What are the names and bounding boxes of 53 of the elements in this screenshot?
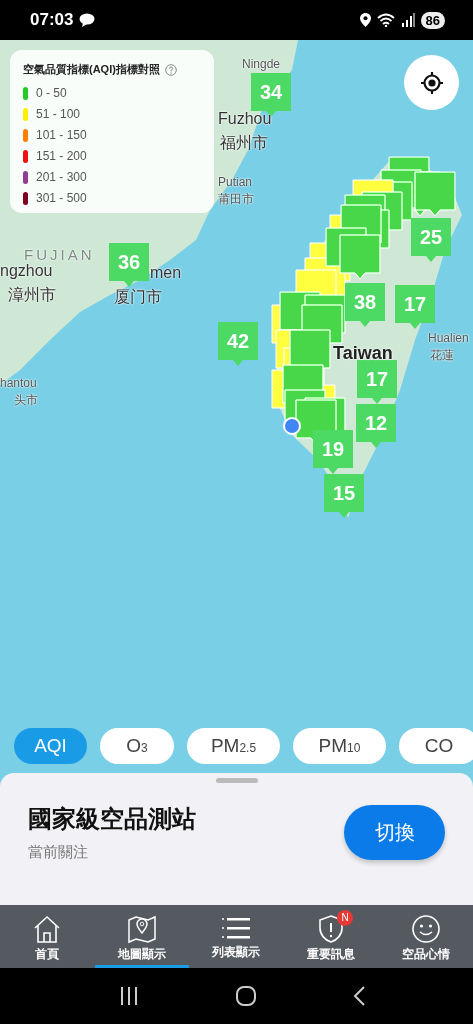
wifi-icon — [376, 13, 395, 27]
drag-handle[interactable] — [215, 778, 258, 783]
pollutant-tab[interactable]: AQI — [14, 728, 87, 764]
place-label: 漳州市 — [8, 285, 56, 305]
place-label: 头市 — [14, 392, 38, 409]
back-icon[interactable] — [352, 986, 365, 1006]
map-pin-icon — [126, 913, 157, 944]
location-dot — [283, 417, 301, 435]
place-label: Ningde — [242, 57, 281, 71]
pollutant-tab[interactable]: CO — [399, 728, 473, 764]
home-icon[interactable] — [235, 986, 256, 1006]
aqi-marker[interactable]: 19 — [313, 430, 353, 474]
place-label: men — [150, 264, 182, 282]
place-label: 莆田市 — [218, 191, 254, 208]
legend-range: 101 - 150 — [36, 128, 87, 142]
notification-badge: N — [337, 909, 354, 926]
sheet-title: 國家級空品測站 — [28, 804, 197, 834]
recent-apps-icon[interactable] — [118, 987, 139, 1005]
signal-icon — [400, 13, 415, 27]
legend-range: 0 - 50 — [36, 86, 67, 100]
legend-range: 301 - 500 — [36, 191, 87, 205]
aqi-marker[interactable]: 36 — [109, 243, 149, 287]
chat-bubble-icon — [79, 13, 96, 27]
battery-level: 86 — [420, 11, 445, 29]
nav-tab[interactable]: 空品心情 — [378, 905, 473, 968]
legend-title: 空氣品質指標(AQI)指標對照 — [23, 62, 160, 77]
aqi-marker[interactable]: 12 — [356, 404, 396, 448]
aqi-marker[interactable]: 42 — [218, 322, 258, 366]
legend-range: 201 - 300 — [36, 170, 87, 184]
place-label: FUJIAN — [24, 246, 95, 263]
place-label: hantou — [0, 376, 37, 390]
clock: 07:03 — [30, 10, 74, 30]
place-label: Hualien — [428, 331, 469, 345]
place-label: 厦门市 — [114, 287, 162, 307]
aqi-marker[interactable]: 17 — [395, 285, 435, 329]
place-label: 福州市 — [220, 133, 268, 153]
place-label: ngzhou — [0, 262, 53, 280]
location-pin-icon — [359, 13, 371, 27]
nav-tab[interactable]: 列表顯示 — [189, 905, 284, 968]
sheet-subtitle: 當前關注 — [28, 843, 89, 862]
place-label: 花蓮 — [430, 347, 454, 364]
help-icon[interactable] — [164, 63, 177, 76]
shield-alert-icon — [317, 913, 346, 944]
aqi-marker[interactable]: 15 — [324, 474, 364, 518]
smiley-icon — [410, 913, 441, 944]
locate-button[interactable] — [404, 55, 459, 110]
legend-range: 151 - 200 — [36, 149, 87, 163]
aqi-marker[interactable]: 25 — [411, 218, 451, 262]
crosshair-icon — [419, 70, 444, 95]
nav-tab[interactable]: N 重要訊息 — [283, 905, 379, 968]
switch-button[interactable]: 切換 — [344, 805, 445, 860]
legend-range: 51 - 100 — [36, 107, 81, 121]
nav-tab[interactable]: 首頁 — [0, 905, 95, 968]
